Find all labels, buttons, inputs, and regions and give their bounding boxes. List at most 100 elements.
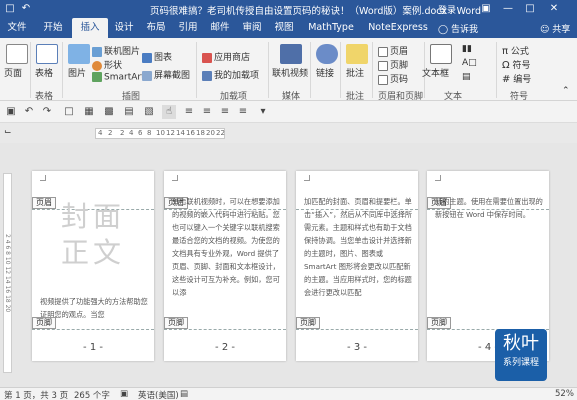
tab-home[interactable]: 开始: [36, 18, 70, 38]
comment-icon: [346, 44, 368, 64]
group-separator: [196, 42, 197, 98]
online-picture-icon: [92, 46, 102, 57]
ruler-tick: 18: [196, 129, 205, 137]
collapse-ribbon-icon[interactable]: ⌃: [562, 86, 570, 96]
tab-review[interactable]: 审阅: [238, 18, 266, 38]
customize-qat-icon[interactable]: ▾: [256, 105, 270, 119]
touch-mode-icon[interactable]: ☝: [162, 105, 176, 119]
document-page-1[interactable]: 页眉 封面 正文 视频提供了功能强大的方法帮助您证明您的观点。当您 页脚 - 1…: [32, 171, 154, 361]
header-label: 页眉: [390, 47, 409, 57]
align-center-icon[interactable]: ≡: [200, 105, 214, 119]
align-left-icon[interactable]: ≡: [182, 105, 196, 119]
store-button[interactable]: 应用商店: [202, 50, 250, 63]
page-1-text[interactable]: 视频提供了功能强大的方法帮助您证明您的观点。当您: [40, 295, 150, 321]
save-icon[interactable]: ▣: [4, 105, 18, 119]
online-video-icon: [280, 44, 302, 64]
document-page-2[interactable]: 页眉 单击联机视频时，可以在想要添加的视频的嵌入代码中进行粘贴。您也可以键入一个…: [164, 171, 286, 361]
numbering-button[interactable]: # 编号: [502, 72, 531, 85]
header-button[interactable]: 页眉: [378, 44, 408, 57]
footer-button[interactable]: 页脚: [378, 58, 408, 71]
vertical-ruler[interactable]: 2 4 6 8 10 12 14 16 18 20: [3, 173, 12, 373]
page-button[interactable]: 页面: [4, 66, 22, 79]
share-button[interactable]: ☺ 共享: [540, 22, 570, 35]
chart-label: 图表: [154, 53, 173, 63]
tab-mathtype[interactable]: MathType: [302, 18, 360, 38]
online-video-button[interactable]: 联机视频: [272, 66, 308, 79]
comment-button[interactable]: 批注: [346, 66, 364, 79]
chart-button[interactable]: 图表: [142, 50, 172, 63]
table-icon: [36, 44, 58, 64]
footer-tag[interactable]: 页脚: [427, 317, 451, 329]
footer-tag[interactable]: 页脚: [296, 317, 320, 329]
addins-icon: [202, 70, 212, 81]
formula-button[interactable]: π 公式: [502, 44, 529, 57]
document-page-3[interactable]: 加匹配的封面、页眉和提要栏。单击“插入”，然后从不同库中选择所需元素。主题和样式…: [296, 171, 418, 361]
close-icon[interactable]: ✕: [548, 3, 560, 14]
table-button[interactable]: 表格: [35, 66, 53, 79]
language-status[interactable]: 英语(美国): [138, 389, 179, 400]
text-tool-1[interactable]: ▮▮: [462, 44, 472, 54]
tell-me-search[interactable]: ◯ 告诉我: [438, 22, 478, 35]
horizontal-ruler[interactable]: 4 2 2 4 6 8 10 12 14 16 18 20 22: [95, 128, 225, 139]
smartart-button[interactable]: SmartArt: [92, 72, 145, 83]
tab-view[interactable]: 视图: [270, 18, 298, 38]
symbol-button[interactable]: Ω 符号: [502, 58, 531, 71]
tab-design[interactable]: 设计: [110, 18, 138, 38]
page-4-text[interactable]: 新的主题。使用在需要位置出现的新按钮在 Word 中保存时间。: [435, 195, 545, 221]
format-icon[interactable]: ▤: [122, 105, 136, 119]
new-doc-icon[interactable]: □: [62, 105, 76, 119]
logo-line-2: 系列课程: [502, 358, 539, 368]
paste-icon[interactable]: ▩: [102, 105, 116, 119]
text-tool-2[interactable]: A□: [462, 58, 477, 68]
cover-line-2: 正文: [60, 236, 125, 269]
document-area[interactable]: 2 4 6 8 10 12 14 16 18 20 页眉 封面 正文 视频提供了…: [0, 143, 577, 387]
ruler-tick: 10: [156, 129, 165, 137]
proofing-icon[interactable]: ▣: [120, 389, 128, 399]
tab-selector-icon[interactable]: ⌙: [4, 127, 12, 137]
ribbon-display-icon[interactable]: ▣: [480, 3, 492, 14]
qiuye-logo: 秋叶 系列课程: [495, 329, 547, 381]
ribbon-insert: 页面 表格 表格 图片 联机图片 形状 SmartArt 图表 屏幕截图 插图 …: [0, 38, 577, 102]
page-number-button[interactable]: 页码: [378, 72, 408, 85]
textbox-button[interactable]: 文本框: [422, 66, 449, 79]
textbox-icon: [430, 44, 452, 64]
word-count-status[interactable]: 265 个字: [74, 389, 110, 400]
maximize-icon[interactable]: □: [524, 3, 536, 14]
page-2-text[interactable]: 单击联机视频时，可以在想要添加的视频的嵌入代码中进行粘贴。您也可以键入一个关键字…: [172, 195, 282, 299]
group-separator: [372, 42, 373, 98]
word-save-icon[interactable]: □: [4, 3, 16, 14]
tab-noteexpress[interactable]: NoteExpress: [364, 18, 432, 38]
window-title: 页码很难搞？老司机传授自由设置页码的秘诀！（Word版）案例.docx - Wo…: [150, 6, 482, 17]
align-right-icon[interactable]: ≡: [218, 105, 232, 119]
cover-line-1: 封面: [60, 200, 125, 233]
page-3-text[interactable]: 加匹配的封面、页眉和提要栏。单击“插入”，然后从不同库中选择所需元素。主题和样式…: [304, 195, 414, 299]
online-picture-button[interactable]: 联机图片: [92, 44, 140, 57]
tab-references[interactable]: 引用: [174, 18, 202, 38]
zoom-level[interactable]: 52%: [555, 389, 574, 399]
screenshot-button[interactable]: 屏幕截图: [142, 68, 190, 81]
picture-button[interactable]: 图片: [68, 66, 86, 79]
my-addins-button[interactable]: 我的加载项: [202, 68, 259, 81]
table-draw-icon[interactable]: ▧: [142, 105, 156, 119]
tab-layout[interactable]: 布局: [142, 18, 170, 38]
page-count-status[interactable]: 第 1 页，共 3 页: [4, 389, 68, 400]
horizontal-ruler-row: ⌙ 4 2 2 4 6 8 10 12 14 16 18 20 22: [0, 123, 577, 143]
footer-tag[interactable]: 页脚: [32, 317, 56, 329]
text-tool-3[interactable]: ▤: [462, 72, 471, 82]
shapes-button[interactable]: 形状: [92, 58, 122, 71]
smartart-label: SmartArt: [104, 72, 145, 83]
login-link[interactable]: 登录: [438, 3, 456, 16]
tab-mailings[interactable]: 邮件: [206, 18, 234, 38]
redo-icon[interactable]: ↷: [40, 105, 54, 119]
undo-icon[interactable]: ↶: [22, 105, 36, 119]
footer-tag[interactable]: 页脚: [164, 317, 188, 329]
print-preview-icon[interactable]: ▦: [82, 105, 96, 119]
macro-icon[interactable]: ▤: [180, 389, 188, 399]
justify-icon[interactable]: ≡: [236, 105, 250, 119]
tab-file[interactable]: 文件: [0, 18, 34, 38]
title-bar: □ ↶ 页码很难搞？老司机传授自由设置页码的秘诀！（Word版）案例.docx …: [0, 0, 577, 18]
link-button[interactable]: 链接: [316, 66, 334, 79]
undo-icon[interactable]: ↶: [20, 3, 32, 14]
tab-insert[interactable]: 插入: [72, 18, 108, 38]
minimize-icon[interactable]: —: [502, 3, 514, 14]
